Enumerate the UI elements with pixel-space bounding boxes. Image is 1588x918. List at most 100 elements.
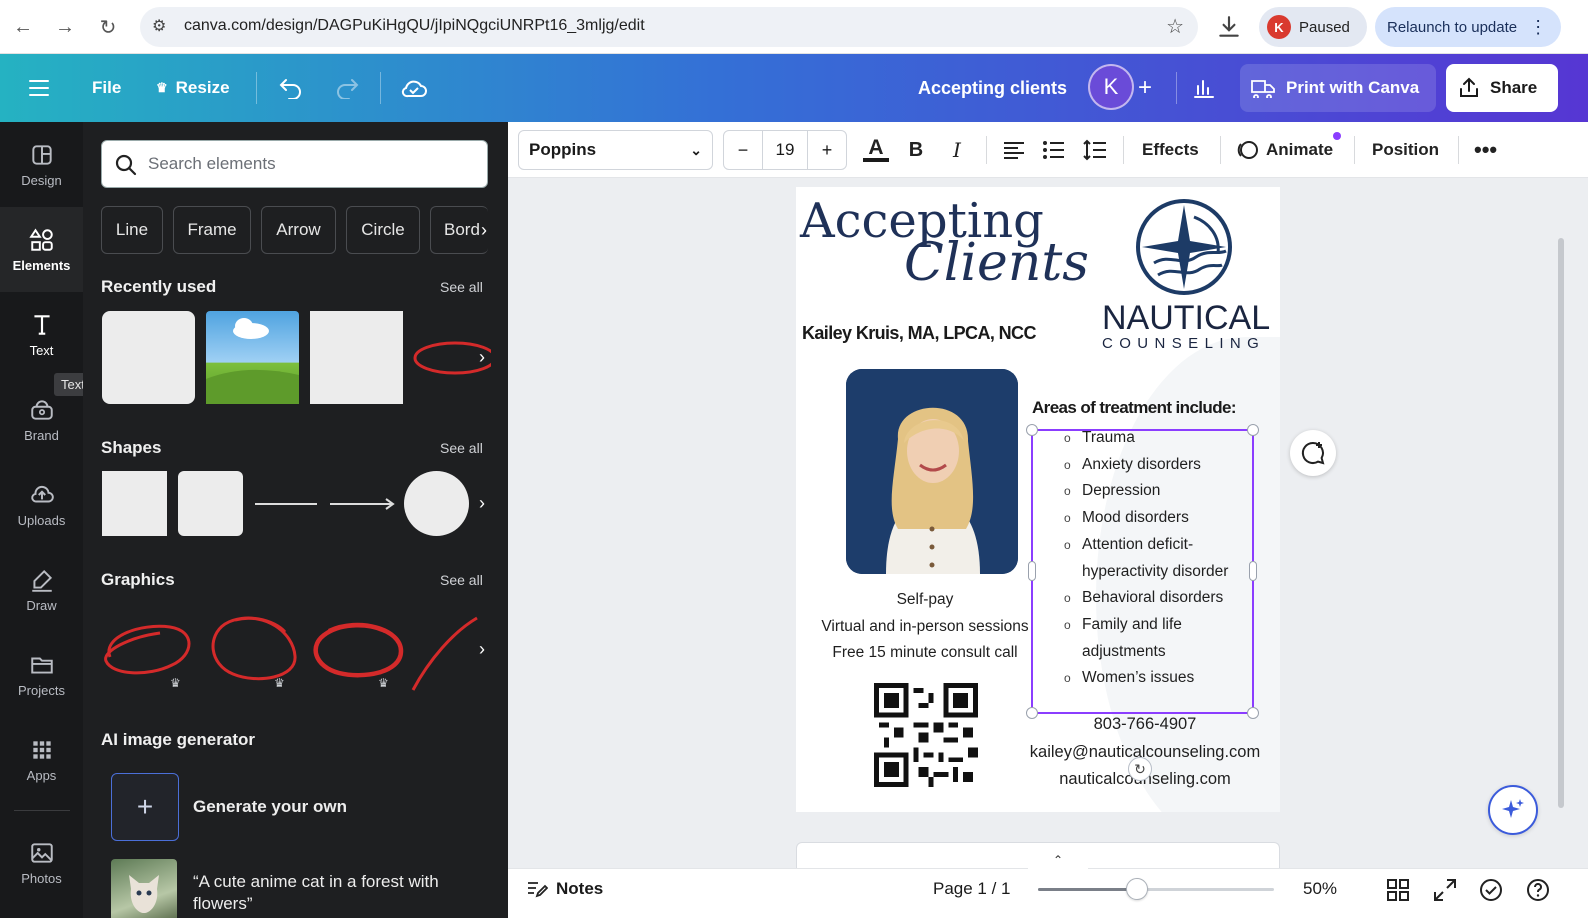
browser-menu-icon[interactable]: ⋮ — [1529, 17, 1547, 38]
rail-item-text[interactable]: Text — [0, 292, 83, 377]
magic-assistant-button[interactable] — [1488, 785, 1538, 835]
rotate-icon[interactable]: ↻ — [1128, 757, 1152, 781]
chips-next-icon[interactable]: › — [473, 206, 495, 254]
more-options-icon[interactable]: ••• — [1474, 122, 1497, 178]
site-settings-icon[interactable]: ⚙ — [152, 16, 166, 36]
resize-button[interactable]: ♛ Resize — [156, 54, 230, 122]
chip-circle[interactable]: Circle — [346, 206, 420, 254]
shape-line[interactable] — [253, 497, 319, 511]
selection-box[interactable] — [1026, 424, 1259, 719]
relaunch-button[interactable]: Relaunch to update ⋮ — [1375, 7, 1561, 47]
counselor-photo[interactable] — [846, 369, 1018, 574]
notes-button[interactable]: Notes — [526, 869, 603, 909]
graphic-red-swoosh[interactable] — [409, 614, 479, 694]
rail-item-draw[interactable]: Draw — [0, 547, 83, 632]
search-box[interactable] — [101, 140, 488, 188]
back-icon[interactable]: ← — [8, 12, 38, 42]
user-avatar[interactable]: K — [1088, 64, 1134, 110]
profile-paused-button[interactable]: K Paused — [1259, 7, 1367, 47]
shape-rounded-square[interactable] — [178, 471, 243, 536]
check-circle-icon[interactable] — [1478, 877, 1504, 903]
grid-view-icon[interactable] — [1385, 877, 1411, 903]
shape-circle[interactable] — [404, 471, 469, 536]
insights-chart-icon[interactable] — [1192, 54, 1216, 122]
vertical-scrollbar[interactable] — [1558, 238, 1564, 808]
chip-arrow[interactable]: Arrow — [261, 206, 336, 254]
url-text[interactable]: canva.com/design/DAGPuKiHgQU/jIpiNQgciUN… — [184, 17, 645, 35]
chip-frame[interactable]: Frame — [173, 206, 251, 254]
rail-item-elements[interactable]: Elements — [0, 207, 83, 292]
graphic-red-circle-3[interactable] — [309, 617, 405, 683]
bold-icon[interactable]: B — [904, 134, 928, 166]
add-comment-button[interactable] — [1290, 430, 1336, 476]
rail-item-apps[interactable]: Apps — [0, 717, 83, 802]
address-bar[interactable]: ⚙ canva.com/design/DAGPuKiHgQU/jIpiNQgci… — [140, 7, 1198, 47]
reload-icon[interactable]: ↻ — [93, 12, 123, 42]
search-input[interactable] — [148, 141, 478, 187]
download-icon[interactable] — [1216, 14, 1242, 40]
contact-info[interactable]: 803-766-4907 kailey@nauticalcounseling.c… — [1016, 711, 1274, 794]
effects-button[interactable]: Effects — [1142, 122, 1199, 178]
italic-icon[interactable]: I — [945, 134, 969, 166]
animate-button[interactable]: Animate — [1236, 122, 1333, 178]
hamburger-menu-icon[interactable] — [28, 54, 50, 122]
rail-item-design[interactable]: Design — [0, 122, 83, 207]
document-title[interactable]: Accepting clients — [918, 54, 1067, 122]
recent-next-icon[interactable]: › — [471, 342, 493, 372]
resize-handle[interactable] — [1249, 561, 1257, 581]
see-all-recent-link[interactable]: See all — [440, 279, 483, 295]
print-with-canva-button[interactable]: Print with Canva — [1240, 64, 1436, 112]
zoom-slider[interactable] — [1038, 878, 1274, 900]
position-button[interactable]: Position — [1372, 122, 1439, 178]
resize-handle[interactable] — [1026, 424, 1038, 436]
align-left-icon[interactable] — [1000, 134, 1028, 166]
generate-plus-button[interactable]: + — [111, 773, 179, 841]
zoom-level[interactable]: 50% — [1303, 869, 1337, 909]
rail-item-photos[interactable]: Photos — [0, 820, 83, 905]
resize-handle[interactable] — [1247, 424, 1259, 436]
font-size-value[interactable]: 19 — [762, 131, 808, 169]
resize-handle[interactable] — [1028, 561, 1036, 581]
design-page[interactable]: Accepting Clients NAUTICAL COUNSELING Ka… — [796, 187, 1280, 812]
share-button[interactable]: Share — [1446, 64, 1558, 112]
fullscreen-icon[interactable] — [1432, 877, 1458, 903]
shapes-next-icon[interactable]: › — [471, 488, 493, 518]
sample-prompt-label[interactable]: “A cute anime cat in a forest with flowe… — [193, 871, 493, 915]
recent-rounded-square[interactable] — [102, 311, 195, 404]
font-family-dropdown[interactable]: Poppins ⌄ — [518, 130, 713, 170]
forward-icon[interactable]: → — [50, 12, 80, 42]
recent-square[interactable] — [310, 311, 403, 404]
help-icon[interactable] — [1525, 877, 1551, 903]
zoom-slider-thumb[interactable] — [1126, 878, 1149, 900]
bookmark-star-icon[interactable]: ☆ — [1166, 14, 1184, 39]
see-all-graphics-link[interactable]: See all — [440, 572, 483, 588]
add-collaborator-icon[interactable]: + — [1138, 54, 1152, 122]
increase-font-size-button[interactable]: + — [808, 131, 846, 169]
text-color-icon[interactable]: A — [862, 134, 890, 166]
rail-item-projects[interactable]: Projects — [0, 632, 83, 717]
undo-icon[interactable] — [278, 54, 304, 122]
generate-your-own-label[interactable]: Generate your own — [193, 797, 347, 817]
page-count[interactable]: Page 1 / 1 — [933, 869, 1011, 909]
graphic-red-circle-2[interactable] — [205, 612, 301, 686]
shape-arrow-line[interactable] — [328, 497, 398, 511]
show-pages-chevron-icon[interactable]: ⌃ — [1028, 851, 1088, 869]
chip-line[interactable]: Line — [101, 206, 163, 254]
logo-wordmark[interactable]: NAUTICAL — [1102, 299, 1270, 338]
recent-landscape-image[interactable] — [206, 311, 299, 404]
rail-item-uploads[interactable]: Uploads — [0, 462, 83, 547]
graphic-red-circle-1[interactable] — [100, 617, 196, 681]
logo-subtitle[interactable]: COUNSELING — [1102, 335, 1265, 352]
anime-cat-thumbnail[interactable] — [111, 859, 177, 918]
counselor-name[interactable]: Kailey Kruis, MA, LPCA, NCC — [802, 323, 1036, 344]
file-menu[interactable]: File — [92, 54, 121, 122]
session-info[interactable]: Self-pay Virtual and in-person sessions … — [796, 587, 1054, 667]
treatment-heading[interactable]: Areas of treatment include: — [1032, 398, 1237, 418]
bullet-list-icon[interactable] — [1040, 134, 1068, 166]
line-spacing-icon[interactable] — [1081, 134, 1109, 166]
decrease-font-size-button[interactable]: − — [724, 131, 762, 169]
cloud-saved-icon[interactable] — [400, 54, 428, 122]
redo-icon[interactable] — [334, 54, 360, 122]
qr-code[interactable] — [874, 683, 978, 787]
compass-wave-logo-icon[interactable] — [1134, 197, 1234, 297]
